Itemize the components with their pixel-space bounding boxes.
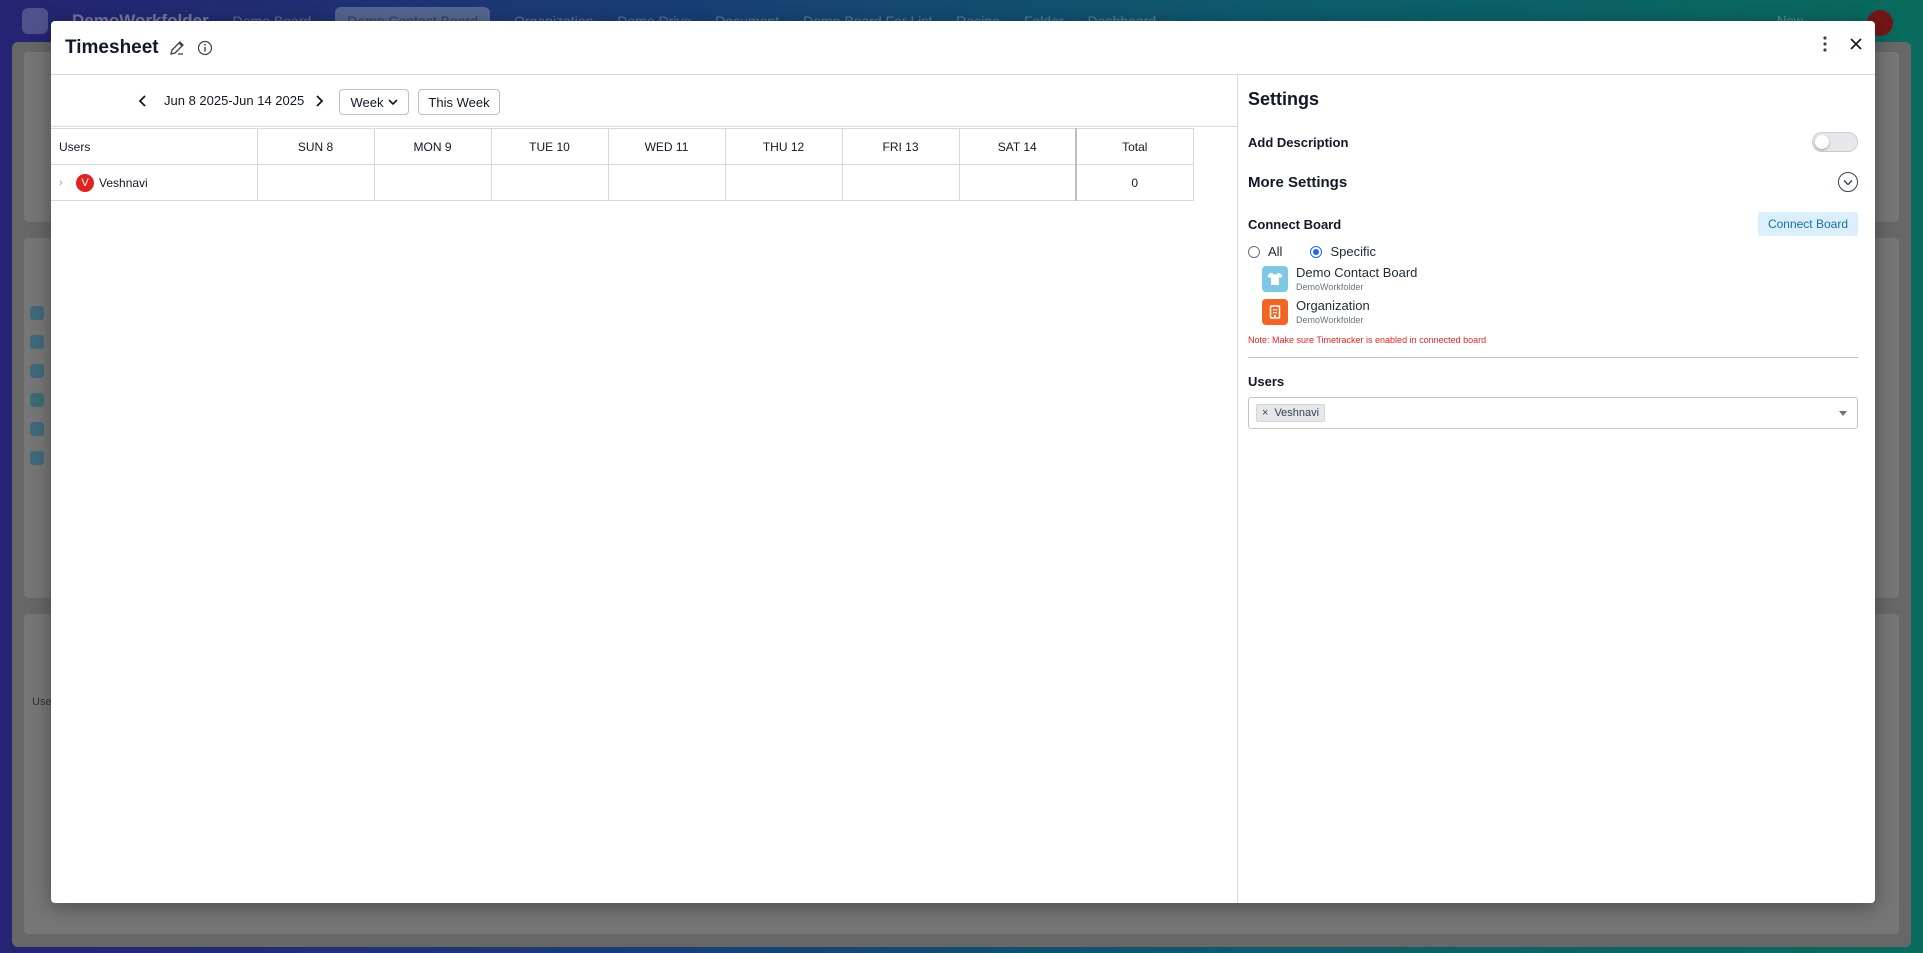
table-header-row: Users SUN 8 MON 9 TUE 10 WED 11 THU 12 F… (51, 128, 1194, 165)
date-range-label: Jun 8 2025-Jun 14 2025 (164, 93, 305, 108)
this-week-button[interactable]: This Week (418, 89, 500, 115)
connect-board-row: Connect Board Connect Board (1248, 212, 1858, 236)
col-header-day: THU 12 (724, 128, 843, 165)
col-header-day: TUE 10 (490, 128, 609, 165)
building-icon (1262, 298, 1288, 325)
timesheet-pane: Jun 8 2025-Jun 14 2025 Week This Week Us… (51, 75, 1237, 903)
user-cell: › V Veshnavi (51, 164, 258, 201)
more-vertical-icon[interactable] (1817, 35, 1833, 58)
col-header-day: SUN 8 (256, 128, 375, 165)
day-cell[interactable] (607, 164, 726, 201)
connected-board-item[interactable]: Demo Contact Board DemoWorkfolder (1262, 265, 1858, 292)
day-cell[interactable] (841, 164, 960, 201)
board-folder: DemoWorkfolder (1296, 282, 1364, 292)
shirt-icon (1262, 265, 1288, 292)
add-description-row: Add Description (1248, 132, 1858, 152)
modal-title: Timesheet (65, 36, 159, 58)
table-row: › V Veshnavi 0 (51, 164, 1194, 201)
scope-radio-group: All Specific (1248, 244, 1858, 259)
remove-chip-icon[interactable]: × (1262, 407, 1268, 419)
connect-board-button[interactable]: Connect Board (1757, 212, 1858, 236)
avatar: V (76, 173, 94, 192)
day-cell[interactable] (724, 164, 843, 201)
user-chip-label: Veshnavi (1274, 407, 1320, 419)
board-name: Demo Contact Board (1296, 265, 1418, 280)
day-cell[interactable] (958, 164, 1077, 201)
settings-pane: Settings Add Description More Settings C… (1237, 75, 1875, 903)
col-header-day: WED 11 (607, 128, 726, 165)
col-header-total: Total (1075, 128, 1194, 165)
this-week-label: This Week (428, 94, 490, 110)
expand-row-icon[interactable]: › (59, 177, 71, 189)
col-header-users: Users (51, 128, 258, 165)
col-header-day: MON 9 (373, 128, 492, 165)
day-cell[interactable] (490, 164, 609, 201)
radio-all-label: All (1268, 244, 1283, 259)
close-icon[interactable] (1847, 35, 1865, 58)
edit-icon[interactable] (167, 38, 187, 58)
settings-title: Settings (1248, 89, 1320, 109)
users-label: Users (1248, 374, 1285, 389)
more-settings-label: More Settings (1248, 173, 1348, 191)
user-name: Veshnavi (99, 175, 148, 190)
day-cell[interactable] (373, 164, 492, 201)
caret-down-icon[interactable] (1839, 411, 1847, 416)
board-folder: DemoWorkfolder (1296, 315, 1364, 325)
info-icon[interactable] (195, 38, 215, 58)
chevron-down-icon[interactable] (1838, 172, 1858, 192)
day-cell[interactable] (256, 164, 375, 201)
user-chip: × Veshnavi (1256, 404, 1326, 422)
board-name: Organization (1296, 298, 1370, 313)
col-header-day: SAT 14 (958, 128, 1077, 165)
modal-header: Timesheet (51, 21, 1875, 75)
add-description-toggle[interactable] (1812, 132, 1858, 152)
next-week-button[interactable] (309, 90, 329, 112)
date-toolbar: Jun 8 2025-Jun 14 2025 Week This Week (51, 75, 1237, 127)
view-select-value: Week (350, 94, 384, 110)
radio-all[interactable]: All (1248, 244, 1282, 259)
divider (1248, 357, 1858, 358)
prev-week-button[interactable] (133, 90, 153, 112)
connect-board-label: Connect Board (1248, 216, 1342, 232)
connected-board-item[interactable]: Organization DemoWorkfolder (1262, 298, 1858, 325)
col-header-day: FRI 13 (841, 128, 960, 165)
chevron-down-icon (387, 99, 398, 106)
timesheet-modal: Timesheet Jun 8 2025-Jun 14 2025 Week Th… (51, 21, 1875, 903)
radio-specific[interactable]: Specific (1310, 244, 1376, 259)
add-description-label: Add Description (1248, 134, 1349, 150)
more-settings-row: More Settings (1248, 172, 1858, 192)
radio-specific-label: Specific (1330, 244, 1376, 259)
view-select[interactable]: Week (339, 89, 409, 115)
timesheet-table: Users SUN 8 MON 9 TUE 10 WED 11 THU 12 F… (51, 128, 1194, 201)
timetracker-note: Note: Make sure Timetracker is enabled i… (1248, 335, 1487, 345)
users-select[interactable]: × Veshnavi (1248, 397, 1858, 429)
total-cell: 0 (1075, 164, 1194, 201)
